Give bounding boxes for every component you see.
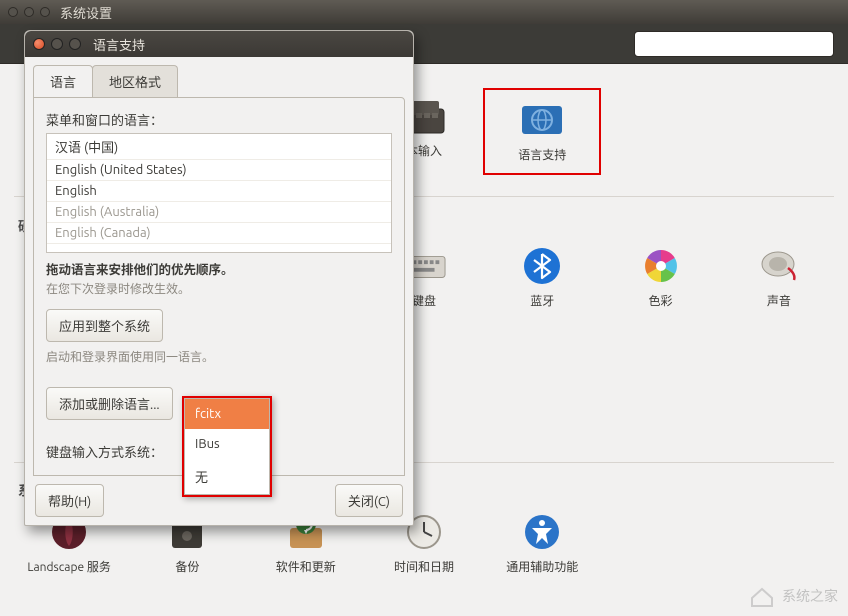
tab-language[interactable]: 语言 (33, 65, 93, 97)
window-controls (8, 7, 50, 17)
watermark-text: 系统之家 (782, 586, 838, 606)
dialog-titlebar: 语言支持 (25, 31, 413, 57)
bluetooth-label: 蓝牙 (530, 292, 554, 309)
keyboard-input-label: 键盘输入方式系统： (46, 442, 163, 461)
software-updates-label: 软件和更新 (276, 558, 336, 575)
sound-icon (757, 244, 801, 288)
language-list-item[interactable]: English (47, 181, 391, 202)
backup-label: 备份 (175, 558, 199, 575)
minimize-icon[interactable] (51, 38, 63, 50)
empty-cell (601, 88, 719, 175)
sound-item[interactable]: 声音 (720, 238, 838, 315)
add-remove-language-button[interactable]: 添加或删除语言... (46, 387, 173, 420)
maximize-window-icon[interactable] (40, 7, 50, 17)
search-field[interactable] (649, 36, 825, 51)
input-method-option[interactable]: fcitx (185, 399, 269, 429)
language-support-item[interactable]: 语言支持 (483, 88, 601, 175)
color-item[interactable]: 色彩 (601, 238, 719, 315)
bluetooth-icon (520, 244, 564, 288)
language-support-label: 语言支持 (518, 146, 566, 163)
apply-systemwide-button[interactable]: 应用到整个系统 (46, 309, 163, 342)
empty-cell (720, 88, 838, 175)
minimize-window-icon[interactable] (24, 7, 34, 17)
menu-window-language-label: 菜单和窗口的语言： (46, 110, 392, 129)
landscape-label: Landscape 服务 (27, 558, 110, 575)
language-support-icon (520, 98, 564, 142)
login-hint: 启动和登录界面使用同一语言。 (46, 348, 392, 365)
language-list-item[interactable]: 汉语 (中国) (47, 134, 391, 160)
input-method-dropdown[interactable]: fcitxIBus无 (182, 396, 272, 497)
accessibility-label: 通用辅助功能 (506, 558, 578, 575)
dialog-tabs: 语言 地区格式 (33, 65, 405, 97)
close-window-icon[interactable] (8, 7, 18, 17)
language-list[interactable]: 汉语 (中国)English (United States)EnglishEng… (46, 133, 392, 253)
color-icon (639, 244, 683, 288)
main-titlebar: 系统设置 (0, 0, 848, 24)
keyboard-label: 键盘 (412, 292, 436, 309)
input-method-option[interactable]: IBus (185, 429, 269, 459)
color-label: 色彩 (649, 292, 673, 309)
help-button[interactable]: 帮助(H) (35, 484, 104, 517)
accessibility-item[interactable]: 通用辅助功能 (483, 504, 601, 581)
input-method-option[interactable]: 无 (185, 459, 269, 494)
language-list-item[interactable]: English (Canada) (47, 223, 391, 244)
close-button[interactable]: 关闭(C) (335, 484, 403, 517)
empty-cell (601, 504, 719, 581)
language-list-item[interactable]: English (United States) (47, 160, 391, 181)
watermark: 系统之家 (748, 584, 838, 608)
maximize-icon[interactable] (69, 38, 81, 50)
drag-hint: 拖动语言来安排他们的优先顺序。 (46, 259, 392, 278)
main-title: 系统设置 (60, 3, 112, 22)
effect-hint: 在您下次登录时修改生效。 (46, 280, 392, 297)
bluetooth-item[interactable]: 蓝牙 (483, 238, 601, 315)
empty-cell (720, 504, 838, 581)
close-icon[interactable] (33, 38, 45, 50)
accessibility-icon (520, 510, 564, 554)
language-list-item[interactable]: English (Australia) (47, 202, 391, 223)
tab-region[interactable]: 地区格式 (92, 65, 178, 97)
search-input[interactable] (634, 31, 834, 57)
house-icon (748, 584, 776, 608)
sound-label: 声音 (767, 292, 791, 309)
time-date-label: 时间和日期 (394, 558, 454, 575)
dialog-title: 语言支持 (93, 35, 145, 54)
